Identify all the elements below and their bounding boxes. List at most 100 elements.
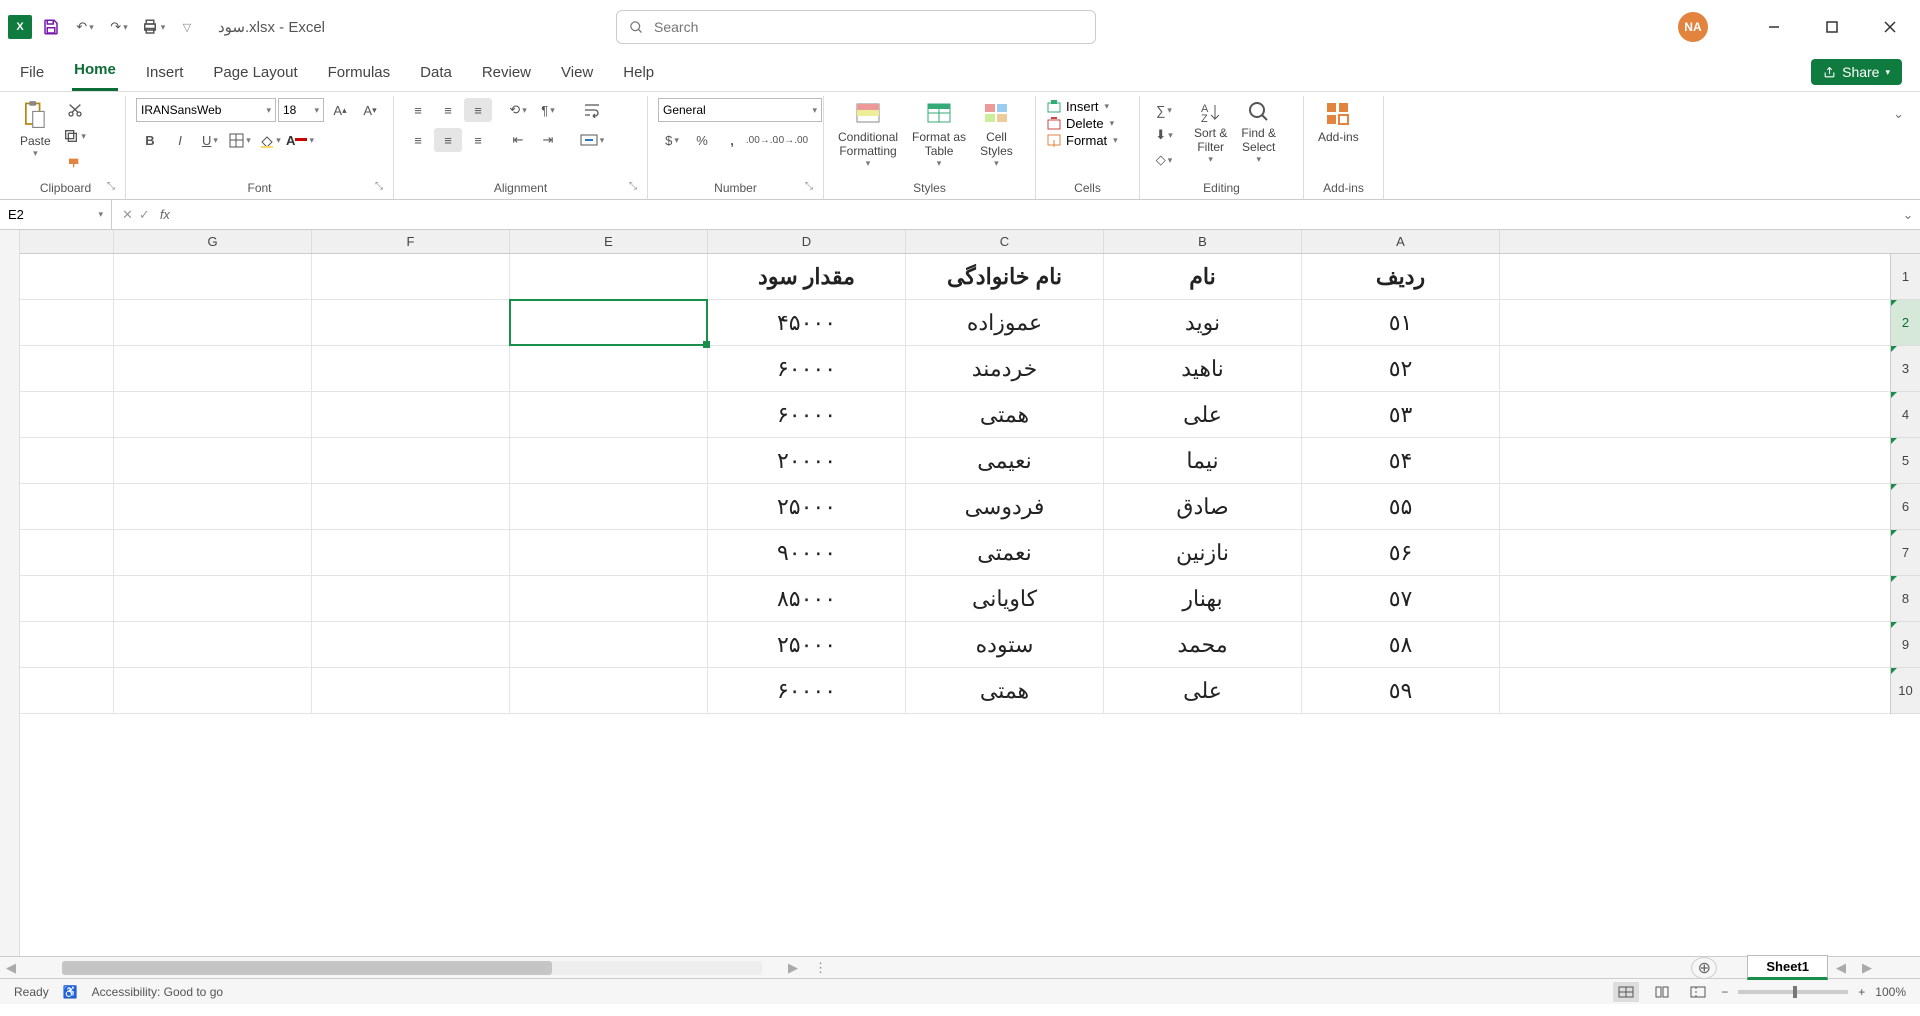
row-header-7[interactable]: 7 (1891, 530, 1920, 576)
delete-cells-button[interactable]: Delete▾ (1046, 115, 1114, 131)
column-headers[interactable]: GFEDCBA (20, 230, 1920, 254)
tab-view[interactable]: View (559, 58, 595, 91)
cell-G7[interactable] (114, 530, 312, 575)
row-headers[interactable]: 12345678910 (1890, 254, 1920, 714)
customize-qat-button[interactable]: ▽ (172, 12, 202, 42)
cell-F10[interactable] (312, 668, 510, 713)
cell-D7[interactable]: ۹۰۰۰۰ (708, 530, 906, 575)
cell-D3[interactable]: ۶۰۰۰۰ (708, 346, 906, 391)
cell-C10[interactable]: همتی (906, 668, 1104, 713)
zoom-out-button[interactable]: − (1721, 985, 1728, 999)
cell-E8[interactable] (510, 576, 708, 621)
col-header-D[interactable]: D (708, 230, 906, 253)
increase-font-button[interactable]: A▴ (326, 98, 354, 122)
orientation-button[interactable]: ⟲▾ (504, 98, 532, 122)
formula-input[interactable] (178, 200, 1896, 229)
cell-C8[interactable]: کاویانی (906, 576, 1104, 621)
cell-B6[interactable]: صادق (1104, 484, 1302, 529)
cell-A6[interactable]: ٥۵ (1302, 484, 1500, 529)
minimize-button[interactable] (1752, 12, 1796, 42)
cell-E4[interactable] (510, 392, 708, 437)
row-header-9[interactable]: 9 (1891, 622, 1920, 668)
merge-center-button[interactable]: ▾ (578, 128, 606, 152)
cell-D4[interactable]: ۶۰۰۰۰ (708, 392, 906, 437)
cell-D1[interactable]: مقدار سود (708, 254, 906, 299)
tab-review[interactable]: Review (480, 58, 533, 91)
zoom-in-button[interactable]: + (1858, 985, 1865, 999)
cell-A8[interactable]: ٥٧ (1302, 576, 1500, 621)
insert-cells-button[interactable]: Insert▾ (1046, 98, 1109, 114)
cell-B2[interactable]: نوید (1104, 300, 1302, 345)
scroll-left-button[interactable]: ◀ (0, 960, 22, 976)
cell-D5[interactable]: ۲۰۰۰۰ (708, 438, 906, 483)
underline-button[interactable]: U▾ (196, 128, 224, 152)
redo-button[interactable]: ↷▾ (104, 12, 134, 42)
share-button[interactable]: Share▾ (1811, 59, 1902, 85)
cell-A7[interactable]: ٥۶ (1302, 530, 1500, 575)
zoom-level[interactable]: 100% (1875, 985, 1906, 999)
scroll-right-button[interactable]: ▶ (782, 960, 804, 976)
row-header-6[interactable]: 6 (1891, 484, 1920, 530)
font-color-button[interactable]: A▾ (286, 128, 314, 152)
align-bottom-button[interactable]: ≡ (464, 98, 492, 122)
cell-E2[interactable] (510, 300, 708, 345)
cell-D9[interactable]: ۲۵۰۰۰ (708, 622, 906, 667)
number-format-combo[interactable]: General▾ (658, 98, 822, 122)
cell-B8[interactable]: بهنار (1104, 576, 1302, 621)
search-input[interactable] (654, 19, 1083, 35)
undo-button[interactable]: ↶▾ (70, 12, 100, 42)
copy-button[interactable]: ▾ (61, 124, 89, 148)
cell-F7[interactable] (312, 530, 510, 575)
decrease-decimal-button[interactable]: .0→.00 (778, 128, 806, 152)
cell-C7[interactable]: نعمتی (906, 530, 1104, 575)
clipboard-dialog-icon[interactable]: ⤡ (107, 181, 115, 192)
zoom-slider[interactable] (1738, 990, 1848, 994)
cell-B10[interactable]: علی (1104, 668, 1302, 713)
cell-A2[interactable]: ٥١ (1302, 300, 1500, 345)
percent-format-button[interactable]: % (688, 128, 716, 152)
wrap-text-button[interactable] (578, 98, 606, 122)
row-header-3[interactable]: 3 (1891, 346, 1920, 392)
italic-button[interactable]: I (166, 128, 194, 152)
save-button[interactable] (36, 12, 66, 42)
cell-D6[interactable]: ۲۵۰۰۰ (708, 484, 906, 529)
cell-A5[interactable]: ٥۴ (1302, 438, 1500, 483)
cut-button[interactable] (61, 98, 89, 122)
cell-F5[interactable] (312, 438, 510, 483)
accessibility-icon[interactable]: ♿ (63, 985, 78, 999)
col-header-E[interactable]: E (510, 230, 708, 253)
font-size-combo[interactable]: 18▾ (278, 98, 324, 122)
cell-F2[interactable] (312, 300, 510, 345)
sort-filter-button[interactable]: AZ Sort & Filter▾ (1190, 98, 1231, 167)
normal-view-button[interactable] (1613, 982, 1639, 1002)
page-break-view-button[interactable] (1685, 982, 1711, 1002)
cell-E1[interactable] (510, 254, 708, 299)
cell-G5[interactable] (114, 438, 312, 483)
align-middle-button[interactable]: ≡ (434, 98, 462, 122)
decrease-font-button[interactable]: A▾ (356, 98, 384, 122)
expand-formula-bar-button[interactable]: ⌄ (1896, 207, 1920, 223)
cell-D8[interactable]: ۸۵۰۰۰ (708, 576, 906, 621)
cell-G3[interactable] (114, 346, 312, 391)
increase-indent-button[interactable]: ⇥ (534, 128, 562, 152)
cell-E3[interactable] (510, 346, 708, 391)
cell-E9[interactable] (510, 622, 708, 667)
cell-A9[interactable]: ٥٨ (1302, 622, 1500, 667)
cell-B3[interactable]: ناهید (1104, 346, 1302, 391)
row-header-2[interactable]: 2 (1891, 300, 1920, 346)
align-center-button[interactable]: ≡ (434, 128, 462, 152)
text-direction-button[interactable]: ¶▾ (534, 98, 562, 122)
autosum-button[interactable]: ∑▾ (1150, 98, 1178, 122)
border-button[interactable]: ▾ (226, 128, 254, 152)
number-dialog-icon[interactable]: ⤡ (805, 181, 813, 192)
alignment-dialog-icon[interactable]: ⤡ (629, 181, 637, 192)
cell-B7[interactable]: نازنین (1104, 530, 1302, 575)
cell-D2[interactable]: ۴۵۰۰۰ (708, 300, 906, 345)
cell-F4[interactable] (312, 392, 510, 437)
search-box[interactable] (616, 10, 1096, 44)
row-header-8[interactable]: 8 (1891, 576, 1920, 622)
row-header-4[interactable]: 4 (1891, 392, 1920, 438)
cell-G9[interactable] (114, 622, 312, 667)
fx-icon[interactable]: fx (160, 207, 178, 222)
maximize-button[interactable] (1810, 12, 1854, 42)
